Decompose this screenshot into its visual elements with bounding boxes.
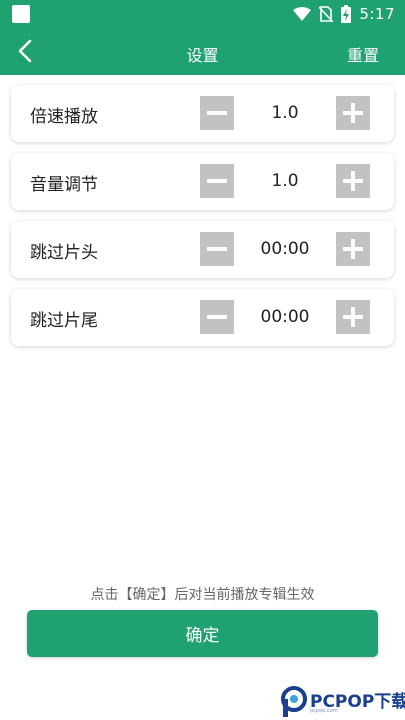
settings-screen: 5:17 设置 重置 倍速播放 1.0 音量调节 1.0 跳过片头 00:00 … [0, 0, 405, 720]
setting-value: 00:00 [260, 239, 310, 259]
increase-button[interactable] [336, 96, 370, 130]
increase-button[interactable] [336, 164, 370, 198]
setting-label: 音量调节 [30, 175, 98, 195]
hint-text: 点击【确定】后对当前播放专辑生效 [90, 587, 315, 603]
setting-value: 1.0 [271, 103, 299, 123]
watermark: PCPOP下载 pcpop.com [280, 684, 405, 720]
app-bar: 设置 重置 [0, 28, 405, 75]
setting-value: 1.0 [271, 171, 299, 191]
status-bar: 5:17 [0, 0, 405, 28]
battery-charging-icon [341, 5, 352, 23]
decrease-button[interactable] [200, 232, 234, 266]
plus-icon [343, 307, 363, 327]
setting-row-skip-intro: 跳过片头 00:00 [11, 221, 394, 278]
setting-value: 00:00 [260, 307, 310, 327]
plus-icon [343, 103, 363, 123]
status-icons: 5:17 [293, 4, 395, 24]
pcpop-logo-icon [281, 686, 307, 717]
minus-icon [207, 315, 227, 319]
decrease-button[interactable] [200, 300, 234, 334]
confirm-button[interactable]: 确定 [27, 610, 378, 657]
minus-icon [207, 179, 227, 183]
setting-label: 跳过片头 [30, 243, 98, 263]
settings-list: 倍速播放 1.0 音量调节 1.0 跳过片头 00:00 跳过片尾 00:00 [11, 85, 394, 357]
notification-square-icon [12, 5, 30, 23]
setting-label: 跳过片尾 [30, 311, 98, 331]
setting-row-skip-outro: 跳过片尾 00:00 [11, 289, 394, 346]
watermark-subtext: pcpop.com [310, 708, 338, 714]
no-sim-icon [319, 6, 334, 22]
reset-button[interactable]: 重置 [347, 42, 379, 66]
increase-button[interactable] [336, 232, 370, 266]
minus-icon [207, 111, 227, 115]
increase-button[interactable] [336, 300, 370, 334]
status-time: 5:17 [359, 5, 395, 23]
wifi-icon [293, 7, 312, 21]
page-title: 设置 [186, 46, 219, 65]
decrease-button[interactable] [200, 164, 234, 198]
plus-icon [343, 239, 363, 259]
setting-label: 倍速播放 [30, 107, 98, 127]
plus-icon [343, 171, 363, 191]
decrease-button[interactable] [200, 96, 234, 130]
minus-icon [207, 247, 227, 251]
setting-row-volume: 音量调节 1.0 [11, 153, 394, 210]
setting-row-playback-speed: 倍速播放 1.0 [11, 85, 394, 142]
